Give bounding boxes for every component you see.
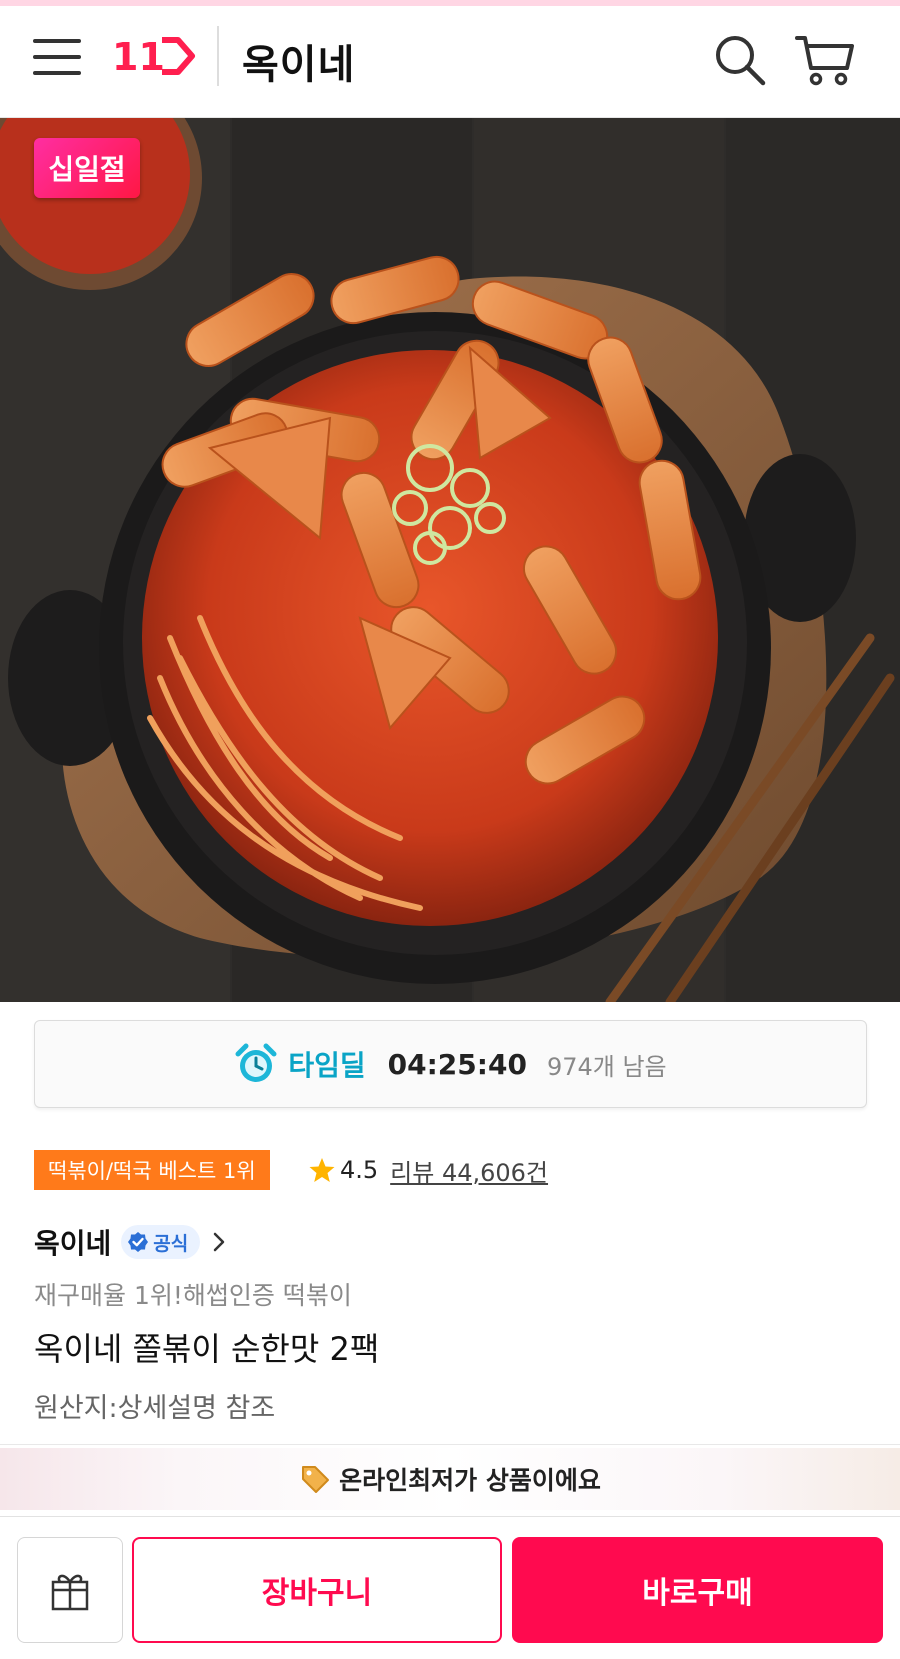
app-header: 11 옥이네 xyxy=(0,6,900,118)
store-link[interactable]: 옥이네 공식 xyxy=(34,1220,230,1264)
product-origin: 원산지:상세설명 참조 xyxy=(34,1393,276,1424)
search-icon[interactable] xyxy=(712,32,768,88)
section-divider xyxy=(0,1444,900,1445)
buy-now-button[interactable]: 바로구매 xyxy=(512,1537,883,1643)
cart-icon[interactable] xyxy=(793,32,857,88)
rating-value: 4.5 xyxy=(340,1156,379,1184)
rating-summary: 4.5 리뷰 44,606건 xyxy=(308,1150,548,1190)
menu-icon[interactable] xyxy=(33,33,81,81)
review-count-link[interactable]: 리뷰 44,606건 xyxy=(390,1153,548,1188)
lowest-price-banner: 온라인최저가 상품이에요 xyxy=(0,1448,900,1510)
eleven-street-logo[interactable]: 11 xyxy=(112,34,196,78)
sale-badge: 십일절 xyxy=(34,138,140,198)
official-label: 공식 xyxy=(153,1232,189,1255)
header-divider xyxy=(217,26,219,86)
star-icon xyxy=(309,1158,335,1182)
product-title: 옥이네 쫄볶이 순한맛 2팩 xyxy=(34,1330,380,1368)
best-rank-badge[interactable]: 떡볶이/떡국 베스트 1위 xyxy=(34,1150,270,1190)
product-subtitle: 재구매율 1위!해썹인증 떡볶이 xyxy=(34,1281,352,1310)
lowest-price-text: 온라인최저가 상품이에요 xyxy=(339,1466,601,1495)
verified-check-icon xyxy=(128,1232,149,1252)
timedeal-label: 타임딜 xyxy=(288,1049,366,1082)
timedeal-box: 타임딜 04:25:40 974개 남음 xyxy=(34,1020,867,1108)
purchase-bar: 장바구니 바로구매 xyxy=(0,1516,900,1659)
gift-icon xyxy=(51,1574,89,1611)
product-image[interactable] xyxy=(0,118,900,1002)
store-name[interactable]: 옥이네 xyxy=(34,1222,111,1262)
alarm-clock-icon xyxy=(235,1043,277,1082)
add-to-cart-button[interactable]: 장바구니 xyxy=(132,1537,502,1643)
page-title: 옥이네 xyxy=(242,42,356,88)
chevron-right-icon[interactable] xyxy=(208,1231,230,1253)
svg-text:11: 11 xyxy=(112,35,165,78)
timedeal-remaining: 974개 남음 xyxy=(546,1052,667,1081)
timedeal-countdown: 04:25:40 xyxy=(387,1047,527,1081)
gift-button[interactable] xyxy=(17,1537,123,1643)
price-tag-icon xyxy=(302,1466,330,1493)
official-badge: 공식 xyxy=(121,1225,201,1259)
